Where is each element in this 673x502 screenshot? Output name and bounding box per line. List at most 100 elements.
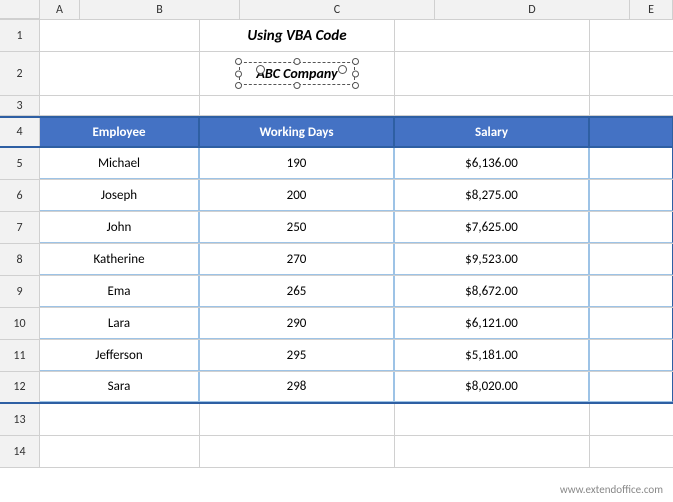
row-num-1: 1 bbox=[0, 20, 40, 51]
cell-4e[interactable] bbox=[590, 118, 673, 146]
cell-14d[interactable] bbox=[395, 436, 590, 467]
row-8: 8 Katherine 270 $9,523.00 bbox=[0, 244, 673, 276]
spreadsheet: A B C D E 1 Using VBA Code 2 ABC Company bbox=[0, 0, 673, 502]
cell-3c[interactable] bbox=[200, 96, 395, 115]
subtitle-container: ABC Company bbox=[206, 54, 388, 93]
col-header-a: A bbox=[40, 0, 80, 19]
cell-3b[interactable] bbox=[40, 96, 200, 115]
cell-9c[interactable]: 265 bbox=[200, 276, 395, 307]
cell-11b[interactable]: Jefferson bbox=[40, 340, 200, 371]
row-num-4: 4 bbox=[0, 118, 40, 146]
row-num-10: 10 bbox=[0, 308, 40, 339]
cell-14e[interactable] bbox=[590, 436, 673, 467]
cell-1b[interactable] bbox=[40, 20, 200, 51]
row-10: 10 Lara 290 $6,121.00 bbox=[0, 308, 673, 340]
cell-3e[interactable] bbox=[590, 96, 673, 115]
row-num-2: 2 bbox=[0, 52, 40, 95]
cell-10c[interactable]: 290 bbox=[200, 308, 395, 339]
cell-5e[interactable] bbox=[590, 148, 673, 179]
cell-10d[interactable]: $6,121.00 bbox=[395, 308, 590, 339]
cell-9e[interactable] bbox=[590, 276, 673, 307]
row-6: 6 Joseph 200 $8,275.00 bbox=[0, 180, 673, 212]
cell-6c[interactable]: 200 bbox=[200, 180, 395, 211]
handle-ml bbox=[235, 70, 242, 77]
cell-5c[interactable]: 190 bbox=[200, 148, 395, 179]
row-12: 12 Sara 298 $8,020.00 bbox=[0, 372, 673, 404]
row-7: 7 John 250 $7,625.00 bbox=[0, 212, 673, 244]
row-num-9: 9 bbox=[0, 276, 40, 307]
cell-13d[interactable] bbox=[395, 404, 590, 435]
cell-11d[interactable]: $5,181.00 bbox=[395, 340, 590, 371]
cell-5b[interactable]: Michael bbox=[40, 148, 200, 179]
cell-6b[interactable]: Joseph bbox=[40, 180, 200, 211]
cell-10e[interactable] bbox=[590, 308, 673, 339]
cell-9d[interactable]: $8,672.00 bbox=[395, 276, 590, 307]
cell-9b[interactable]: Ema bbox=[40, 276, 200, 307]
handle-bm bbox=[293, 82, 300, 89]
cell-7b[interactable]: John bbox=[40, 212, 200, 243]
cell-5d[interactable]: $6,136.00 bbox=[395, 148, 590, 179]
cell-11c[interactable]: 295 bbox=[200, 340, 395, 371]
row-1: 1 Using VBA Code bbox=[0, 20, 673, 52]
col-header-d: D bbox=[435, 0, 630, 19]
cell-2e[interactable] bbox=[590, 52, 673, 95]
cell-2d[interactable] bbox=[395, 52, 590, 95]
cell-14c[interactable] bbox=[200, 436, 395, 467]
cell-12d[interactable]: $8,020.00 bbox=[395, 372, 590, 402]
column-headers: A B C D E bbox=[0, 0, 673, 20]
handle-br bbox=[352, 82, 359, 89]
row-num-8: 8 bbox=[0, 244, 40, 275]
cell-2c[interactable]: ABC Company bbox=[200, 52, 395, 95]
cell-7d[interactable]: $7,625.00 bbox=[395, 212, 590, 243]
row-num-14: 14 bbox=[0, 436, 40, 467]
cell-11e[interactable] bbox=[590, 340, 673, 371]
cell-6d[interactable]: $8,275.00 bbox=[395, 180, 590, 211]
cell-8d[interactable]: $9,523.00 bbox=[395, 244, 590, 275]
row-num-13: 13 bbox=[0, 404, 40, 435]
row-num-3: 3 bbox=[0, 96, 40, 115]
row-num-5: 5 bbox=[0, 148, 40, 179]
cell-1c[interactable]: Using VBA Code bbox=[200, 20, 395, 51]
corner-cell bbox=[0, 0, 40, 19]
cell-4d[interactable]: Salary bbox=[395, 118, 590, 146]
row-4: 4 Employee Working Days Salary bbox=[0, 116, 673, 148]
row-3: 3 bbox=[0, 96, 673, 116]
cell-3d[interactable] bbox=[395, 96, 590, 115]
cell-13c[interactable] bbox=[200, 404, 395, 435]
cell-13e[interactable] bbox=[590, 404, 673, 435]
cell-12e[interactable] bbox=[590, 372, 673, 402]
cell-12b[interactable]: Sara bbox=[40, 372, 200, 402]
cell-10b[interactable]: Lara bbox=[40, 308, 200, 339]
cell-12c[interactable]: 298 bbox=[200, 372, 395, 402]
cell-2b[interactable] bbox=[40, 52, 200, 95]
row-num-6: 6 bbox=[0, 180, 40, 211]
cell-7e[interactable] bbox=[590, 212, 673, 243]
col-header-b: B bbox=[80, 0, 240, 19]
row-14: 14 bbox=[0, 436, 673, 468]
cell-8b[interactable]: Katherine bbox=[40, 244, 200, 275]
row-9: 9 Ema 265 $8,672.00 bbox=[0, 276, 673, 308]
cell-6e[interactable] bbox=[590, 180, 673, 211]
cell-4b[interactable]: Employee bbox=[40, 118, 200, 146]
row-num-11: 11 bbox=[0, 340, 40, 371]
handle-bl bbox=[235, 82, 242, 89]
cell-1e[interactable] bbox=[590, 20, 673, 51]
cell-13b[interactable] bbox=[40, 404, 200, 435]
cell-8e[interactable] bbox=[590, 244, 673, 275]
row-13: 13 bbox=[0, 404, 673, 436]
watermark: www.extendoffice.com bbox=[560, 483, 663, 496]
cell-1d[interactable] bbox=[395, 20, 590, 51]
row-11: 11 Jefferson 295 $5,181.00 bbox=[0, 340, 673, 372]
cell-14b[interactable] bbox=[40, 436, 200, 467]
cell-4c[interactable]: Working Days bbox=[200, 118, 395, 146]
handle-tm bbox=[293, 58, 300, 65]
cell-7c[interactable]: 250 bbox=[200, 212, 395, 243]
handle-tr bbox=[352, 58, 359, 65]
cell-8c[interactable]: 270 bbox=[200, 244, 395, 275]
row-5: 5 Michael 190 $6,136.00 bbox=[0, 148, 673, 180]
col-header-c: C bbox=[240, 0, 435, 19]
row-num-12: 12 bbox=[0, 372, 40, 402]
row-2: 2 ABC Company bbox=[0, 52, 673, 96]
handle-mr bbox=[352, 70, 359, 77]
col-header-e: E bbox=[630, 0, 673, 19]
